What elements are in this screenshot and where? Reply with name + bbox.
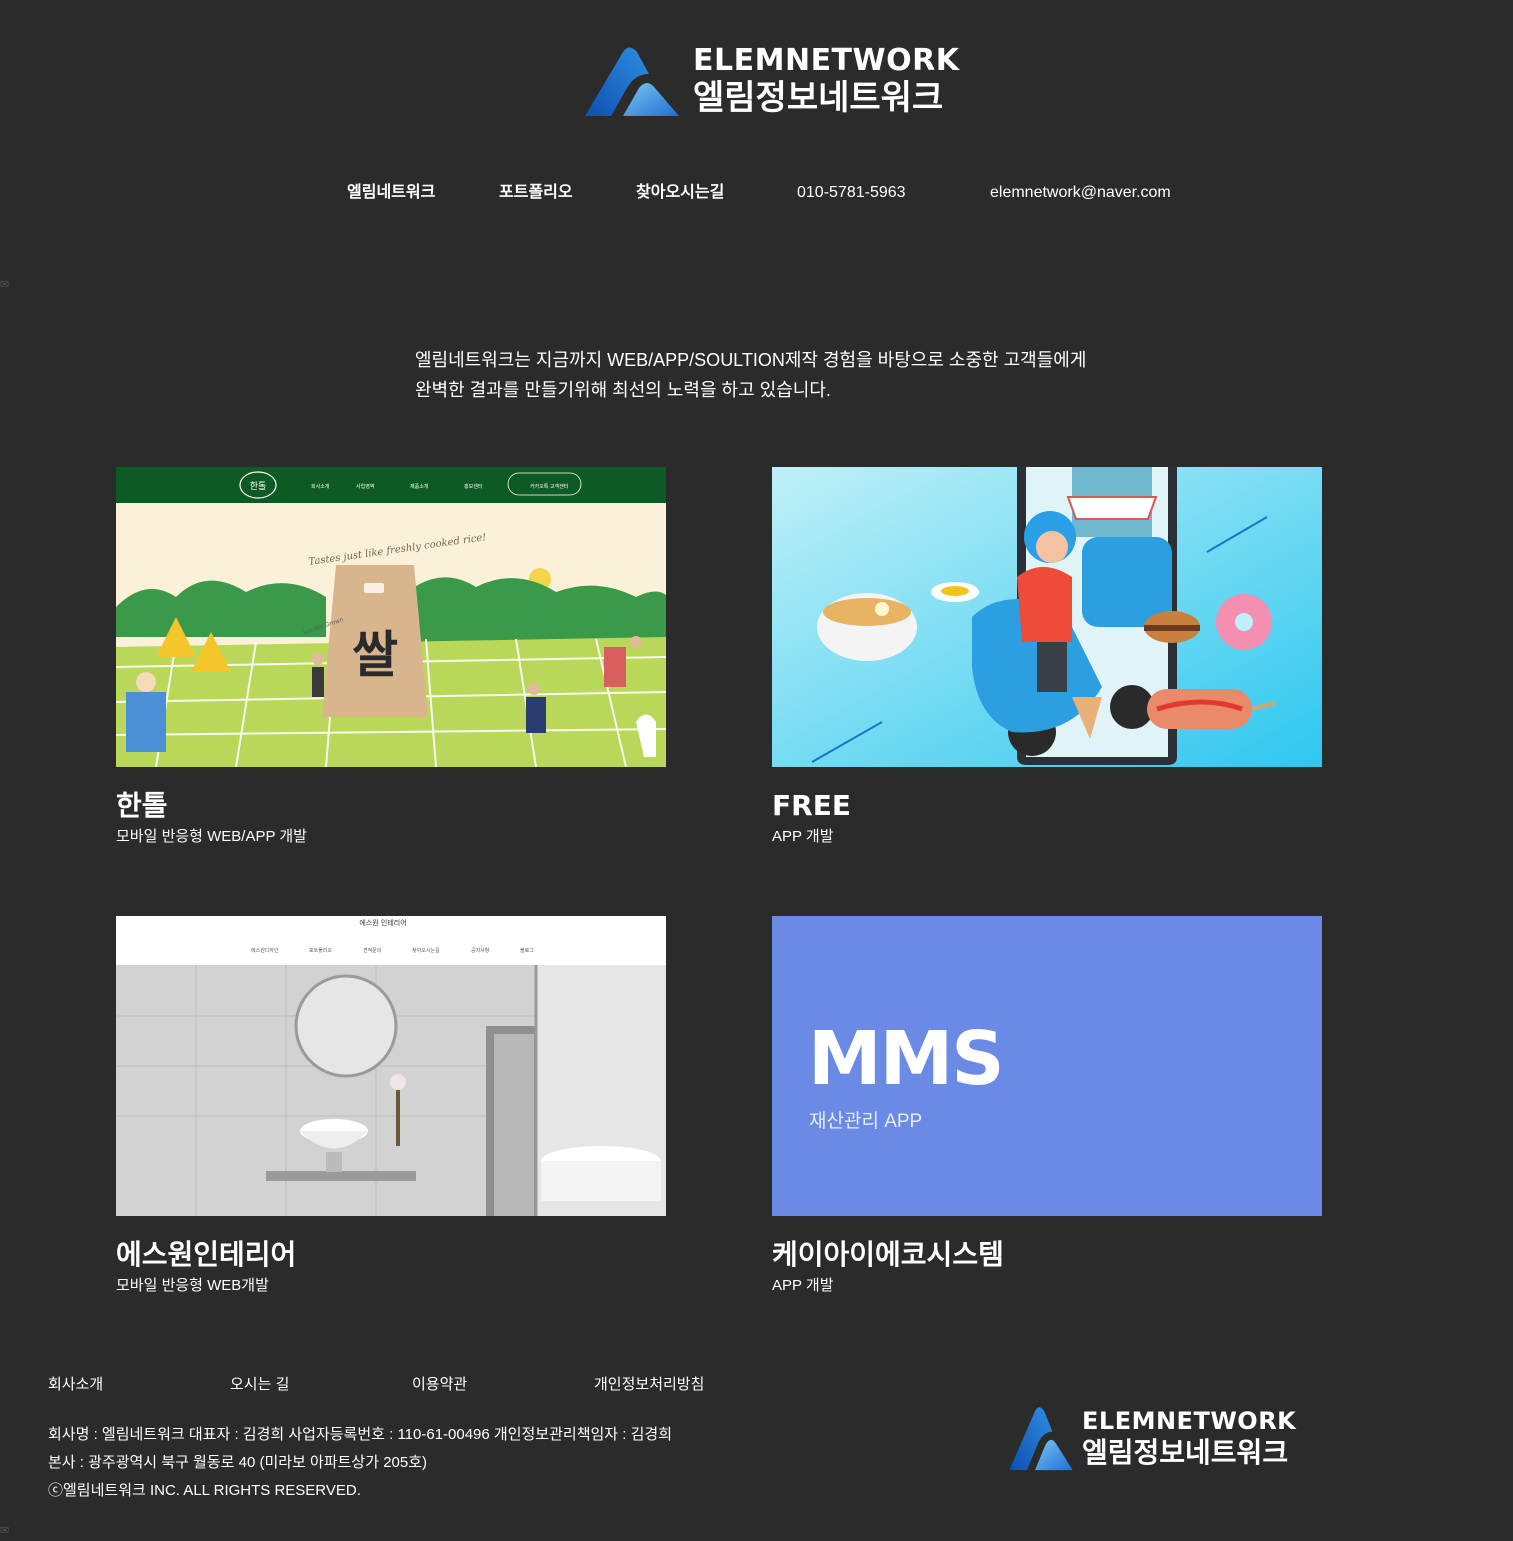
footer-copyright: ⓒ엘림네트워크 INC. ALL RIGHTS RESERVED. (48, 1482, 361, 1499)
card-title: FREE (772, 789, 851, 822)
mms-subtitle: 재산관리 APP (809, 1111, 923, 1132)
card-title: 한톨 (116, 789, 168, 822)
portfolio-card-sone-interior[interactable]: 에스원 인테리어 에스원디자인 포트폴리오 견적문의 찾아오시는길 공지사항 블… (116, 916, 666, 1297)
free-thumbnail[interactable] (772, 467, 1322, 767)
footer-link-terms[interactable]: 이용약관 (412, 1375, 467, 1395)
sone-thumbnail[interactable]: 에스원 인테리어 에스원디자인 포트폴리오 견적문의 찾아오시는길 공지사항 블… (116, 916, 666, 1216)
sone-nav-3: 견적문의 (363, 947, 381, 954)
portfolio-card-ki-ecosystem[interactable]: MMS 재산관리 APP 케이아이에코시스템 APP 개발 (772, 916, 1322, 1297)
hantol-bag-text: 쌀 (352, 626, 398, 684)
card-title: 케이아이에코시스템 (772, 1238, 1004, 1271)
sone-nav-6: 블로그 (520, 947, 534, 954)
sone-nav-2: 포트폴리오 (309, 947, 332, 954)
card-subtitle: APP 개발 (772, 1277, 834, 1294)
footer-link-about[interactable]: 회사소개 (48, 1375, 103, 1395)
portfolio-card-free[interactable]: FREE APP 개발 (772, 467, 1322, 848)
nav-portfolio[interactable]: 포트폴리오 (499, 182, 573, 204)
header-logo[interactable]: ELEMNETWORK 엘림정보네트워크 (583, 44, 959, 118)
mail-icon: ✉ (0, 1525, 10, 1537)
footer-links: 회사소개 오시는 길 이용약관 개인정보처리방침 (0, 1375, 800, 1397)
card-subtitle: APP 개발 (772, 828, 834, 845)
mms-title: MMS (808, 1016, 1005, 1102)
elem-logo-icon (585, 47, 679, 116)
bathroom-illustration: 에스원 인테리어 에스원디자인 포트폴리오 견적문의 찾아오시는길 공지사항 블… (116, 916, 666, 1216)
sone-nav-1: 에스원디자인 (251, 947, 279, 954)
nav-email[interactable]: elemnetwork@naver.com (990, 182, 1171, 204)
hantol-nav-5: 카카오톡 고객센터 (530, 483, 568, 490)
logo-korean: 엘림정보네트워크 (693, 78, 944, 118)
nav-directions[interactable]: 찾아오시는길 (636, 182, 724, 204)
intro-line-2: 완벽한 결과를 만들기위해 최선의 노력을 하고 있습니다. (415, 380, 831, 400)
logo-english: ELEMNETWORK (693, 43, 960, 78)
intro-line-1: 엘림네트워크는 지금까지 WEB/APP/SOULTION제작 경험을 바탕으로… (415, 350, 1087, 370)
portfolio-card-hantol[interactable]: 한톨 회사소개 사업영역 제품소개 홍보센터 카카오톡 고객센터 Tastes … (116, 467, 666, 848)
hantol-illustration: 한톨 회사소개 사업영역 제품소개 홍보센터 카카오톡 고객센터 Tastes … (116, 467, 666, 767)
footer-company-line: 회사명 : 엘림네트워크 대표자 : 김경희 사업자등록번호 : 110-61-… (48, 1426, 673, 1443)
sone-nav-4: 찾아오시는길 (412, 947, 440, 954)
hantol-nav-2: 사업영역 (356, 483, 374, 490)
footer-link-directions[interactable]: 오시는 길 (230, 1375, 289, 1395)
delivery-illustration (772, 467, 1322, 767)
elem-logo-icon (1009, 1407, 1073, 1471)
hantol-nav-brand: 한톨 (250, 481, 267, 492)
main-nav: 엘림네트워크 포트폴리오 찾아오시는길 010-5781-5963 elemne… (0, 182, 1513, 206)
footer-link-privacy[interactable]: 개인정보처리방침 (594, 1375, 704, 1395)
mms-thumbnail[interactable]: MMS 재산관리 APP (772, 916, 1322, 1216)
sone-brand: 에스원 인테리어 (359, 918, 406, 927)
logo-korean: 엘림정보네트워크 (1082, 1436, 1289, 1469)
card-title: 에스원인테리어 (116, 1238, 297, 1271)
hantol-nav-3: 제품소개 (410, 483, 429, 490)
footer-address-line: 본사 : 광주광역시 북구 월동로 40 (미라보 아파트상가 205호) (48, 1454, 428, 1471)
nav-elem-network[interactable]: 엘림네트워크 (347, 182, 435, 204)
footer-company-info: 회사명 : 엘림네트워크 대표자 : 김경희 사업자등록번호 : 110-61-… (48, 1421, 672, 1505)
hantol-nav-1: 회사소개 (311, 483, 330, 490)
hantol-nav-4: 홍보센터 (464, 483, 482, 490)
logo-english: ELEMNETWORK (1082, 1407, 1297, 1435)
mail-icon: ✉ (0, 279, 10, 291)
hantol-thumbnail[interactable]: 한톨 회사소개 사업영역 제품소개 홍보센터 카카오톡 고객센터 Tastes … (116, 467, 666, 767)
sone-nav-5: 공지사항 (471, 947, 490, 954)
nav-phone[interactable]: 010-5781-5963 (797, 182, 906, 204)
footer-logo[interactable]: ELEMNETWORK 엘림정보네트워크 (1008, 1404, 1296, 1472)
intro-text: 엘림네트워크는 지금까지 WEB/APP/SOULTION제작 경험을 바탕으로… (415, 345, 1175, 405)
card-subtitle: 모바일 반응형 WEB/APP 개발 (116, 828, 307, 845)
card-subtitle: 모바일 반응형 WEB개발 (116, 1277, 269, 1294)
